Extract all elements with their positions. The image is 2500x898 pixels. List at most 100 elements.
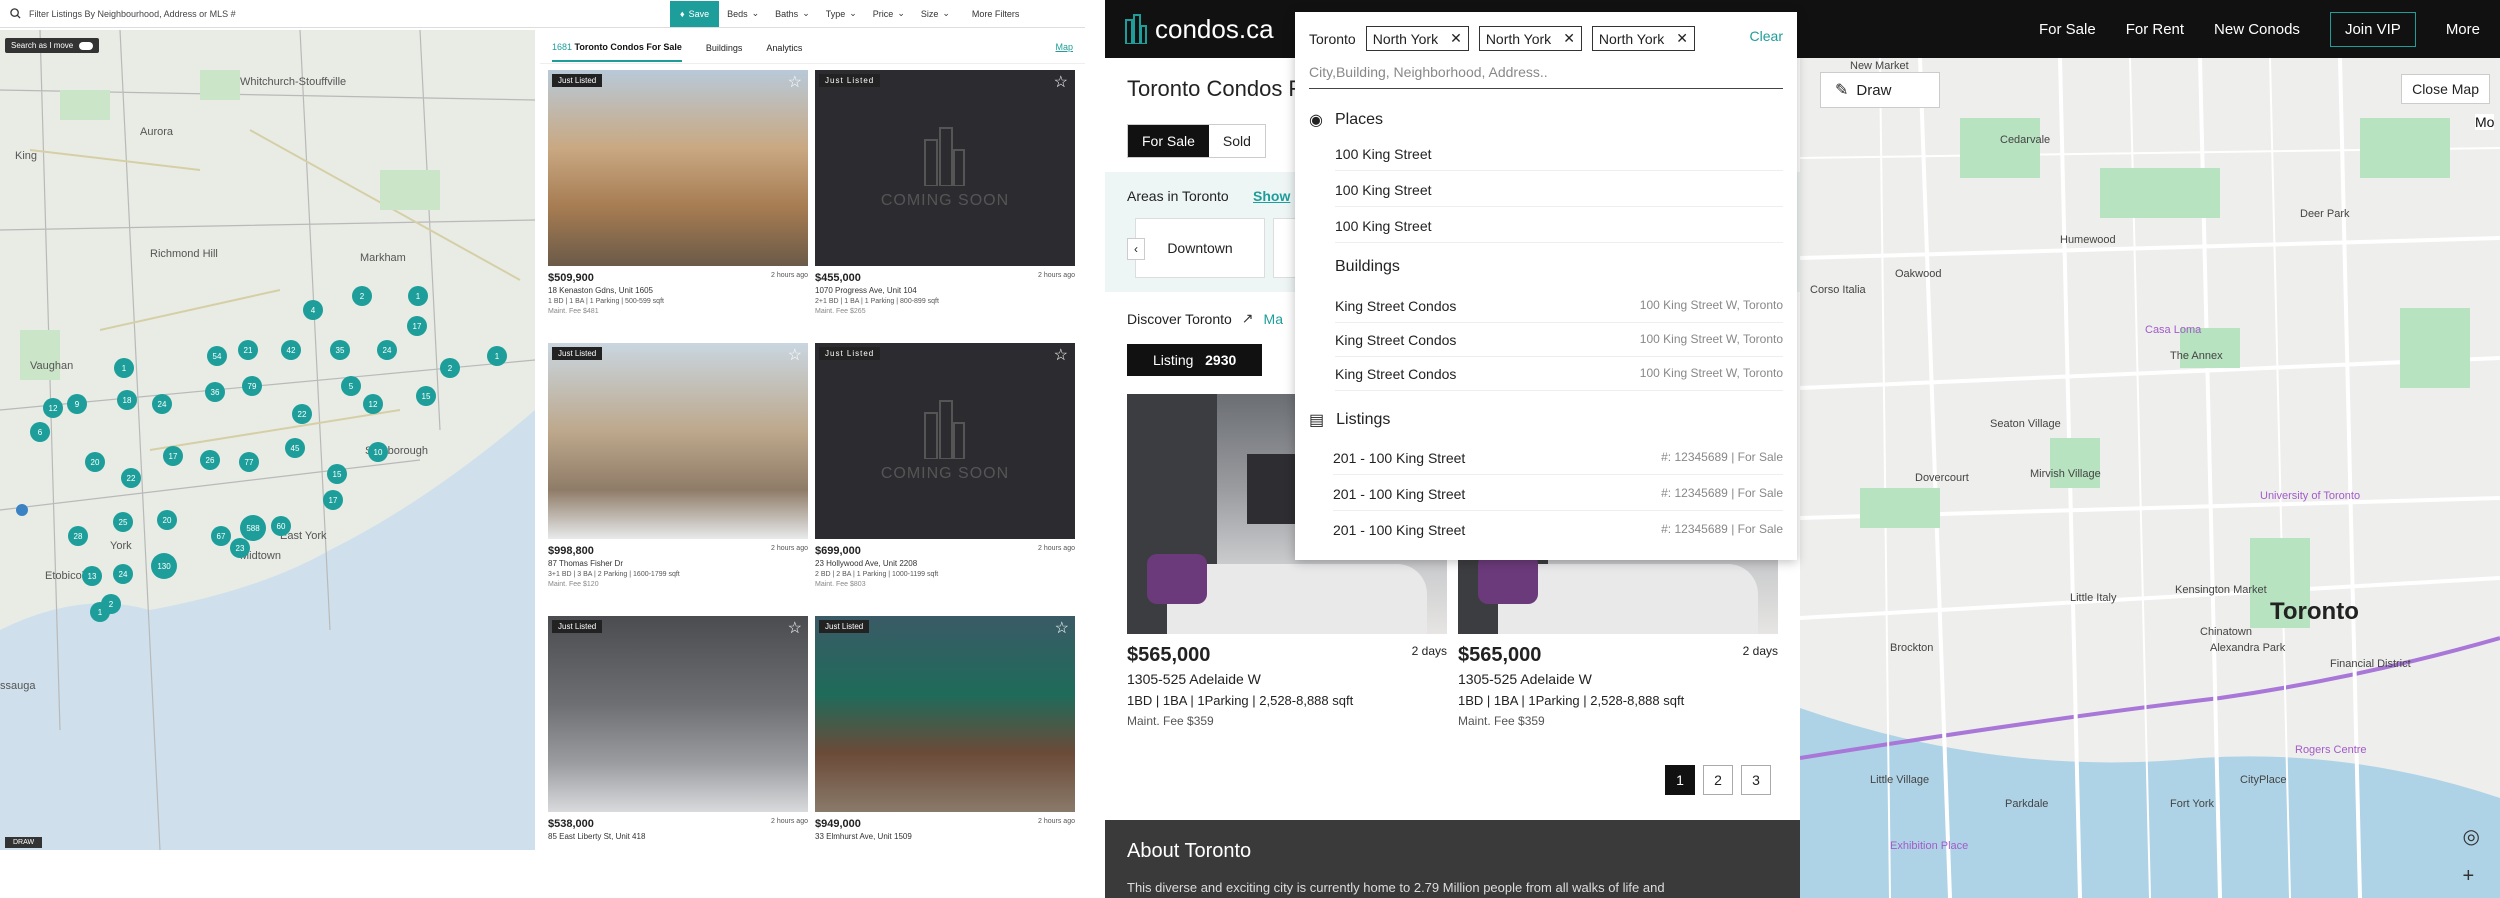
- locate-icon[interactable]: ◎: [2463, 824, 2480, 849]
- map-cluster-marker[interactable]: 12: [363, 394, 383, 414]
- map-cluster-marker[interactable]: 1: [90, 602, 110, 622]
- search-as-i-move-toggle[interactable]: Search as I move: [5, 38, 100, 53]
- map-cluster-marker[interactable]: 13: [82, 566, 102, 586]
- map-cluster-marker[interactable]: 1: [408, 286, 428, 306]
- listing-card[interactable]: COMING SOON Just Listed ☆ $699,000 2 hours a…: [815, 343, 1075, 608]
- map-cluster-marker[interactable]: 9: [67, 394, 87, 414]
- map-cluster-marker[interactable]: 10: [368, 442, 388, 462]
- zoom-in-icon[interactable]: +: [2463, 865, 2480, 888]
- map-cluster-marker[interactable]: 17: [407, 316, 427, 336]
- building-item[interactable]: King Street Condos 100 King Street W, Tor…: [1335, 366, 1783, 391]
- map-draw-button[interactable]: ✎ Draw: [1820, 72, 1940, 108]
- nav-for-sale[interactable]: For Sale: [2039, 21, 2096, 38]
- filter-price[interactable]: Price ⌄: [865, 0, 913, 28]
- listing-card[interactable]: Just Listed ☆ $538,000 2 hours ago 85 East …: [548, 616, 808, 850]
- left-map[interactable]: Aurora Whitchurch-Stouffville King Richm…: [0, 30, 535, 850]
- place-item[interactable]: 100 King Street: [1335, 182, 1783, 207]
- tab-buildings[interactable]: Buildings: [706, 43, 743, 53]
- search-input[interactable]: City,Building, Neighborhood, Address..: [1309, 64, 1783, 89]
- map-cluster-marker[interactable]: 18: [117, 390, 137, 410]
- listing-count-button[interactable]: Listing 2930: [1127, 344, 1263, 376]
- star-icon[interactable]: ☆: [788, 618, 802, 638]
- filter-baths[interactable]: Baths ⌄: [767, 0, 818, 28]
- search-tag[interactable]: North York ✕: [1478, 26, 1582, 51]
- star-icon[interactable]: ☆: [1055, 618, 1069, 638]
- map-cluster-marker[interactable]: 24: [152, 394, 172, 414]
- star-icon[interactable]: ☆: [788, 345, 802, 365]
- map-cluster-marker[interactable]: 4: [303, 300, 323, 320]
- map-cluster-marker[interactable]: 15: [416, 386, 436, 406]
- map-cluster-marker[interactable]: 28: [68, 526, 88, 546]
- more-filters-button[interactable]: More Filters: [964, 0, 1028, 28]
- map-cluster-marker[interactable]: 24: [377, 340, 397, 360]
- map-cluster-marker[interactable]: 5: [341, 376, 361, 396]
- map-cluster-marker[interactable]: 45: [285, 438, 305, 458]
- map-link[interactable]: Map: [1055, 42, 1073, 52]
- save-search-button[interactable]: ♦ Save: [670, 0, 720, 27]
- place-item[interactable]: 100 King Street: [1335, 146, 1783, 171]
- map-cluster-marker[interactable]: 77: [239, 452, 259, 472]
- map-cluster-marker[interactable]: 6: [30, 422, 50, 442]
- filter-type[interactable]: Type ⌄: [818, 0, 865, 28]
- map-cluster-marker[interactable]: 79: [242, 376, 262, 396]
- listing-item[interactable]: 201 - 100 King Street #: 12345689 | For S…: [1333, 450, 1783, 475]
- area-chip-downtown[interactable]: Downtown: [1135, 218, 1265, 278]
- filter-size[interactable]: Size ⌄: [913, 0, 958, 28]
- nav-new-condos[interactable]: New Conods: [2214, 21, 2300, 38]
- map-cluster-marker[interactable]: 12: [43, 398, 63, 418]
- map-cluster-marker[interactable]: 35: [330, 340, 350, 360]
- left-draw-button[interactable]: DRAW: [5, 837, 43, 848]
- map-cluster-marker[interactable]: 67: [211, 526, 231, 546]
- right-map[interactable]: New Market Cedarvale Humewood Deer Park …: [1800, 58, 2500, 898]
- map-cluster-marker[interactable]: 2: [440, 358, 460, 378]
- listing-card[interactable]: Just Listed ☆ $509,900 2 hours ago 18 Kenas…: [548, 70, 808, 335]
- map-cluster-marker[interactable]: 588: [240, 515, 266, 541]
- listing-card[interactable]: COMING SOON Just Listed ☆ $455,000 2 hours a…: [815, 70, 1075, 335]
- tab-condos-for-sale[interactable]: 1681 Toronto Condos For Sale: [552, 42, 682, 62]
- map-cluster-marker[interactable]: 130: [151, 553, 177, 579]
- map-cluster-marker[interactable]: 20: [157, 510, 177, 530]
- map-cluster-marker[interactable]: 36: [205, 382, 225, 402]
- map-cluster-marker[interactable]: 23: [230, 538, 250, 558]
- close-map-button[interactable]: Close Map: [2401, 74, 2490, 104]
- discover-link[interactable]: Ma: [1264, 311, 1283, 327]
- join-vip-button[interactable]: Join VIP: [2329, 11, 2416, 47]
- clear-button[interactable]: Clear: [1750, 28, 1783, 44]
- tab-analytics[interactable]: Analytics: [766, 43, 802, 53]
- listing-card[interactable]: Just Listed ☆ $949,000 2 hours ago 33 Elmhu…: [815, 616, 1075, 850]
- left-search[interactable]: Filter Listings By Neighbourhood, Addres…: [0, 8, 670, 19]
- map-cluster-marker[interactable]: 2: [352, 286, 372, 306]
- map-cluster-marker[interactable]: 17: [163, 446, 183, 466]
- search-tag[interactable]: North York ✕: [1365, 26, 1469, 51]
- map-cluster-marker[interactable]: 42: [281, 340, 301, 360]
- page-3[interactable]: 3: [1741, 765, 1771, 795]
- chevron-left-icon[interactable]: ‹: [1127, 238, 1145, 260]
- logo[interactable]: condos.ca: [1105, 14, 1274, 45]
- map-cluster-marker[interactable]: 15: [327, 464, 347, 484]
- star-icon[interactable]: ☆: [1054, 345, 1069, 365]
- page-2[interactable]: 2: [1703, 765, 1733, 795]
- filter-beds[interactable]: Beds ⌄: [719, 0, 767, 28]
- map-cluster-marker[interactable]: 60: [271, 516, 291, 536]
- map-cluster-marker[interactable]: 21: [238, 340, 258, 360]
- map-cluster-marker[interactable]: 1: [114, 358, 134, 378]
- map-cluster-marker[interactable]: 22: [121, 468, 141, 488]
- segment-for-sale[interactable]: For Sale: [1128, 125, 1209, 157]
- map-cluster-marker[interactable]: 25: [113, 512, 133, 532]
- listing-item[interactable]: 201 - 100 King Street #: 12345689 | For S…: [1333, 486, 1783, 511]
- map-cluster-marker[interactable]: 54: [207, 346, 227, 366]
- map-cluster-marker[interactable]: 22: [292, 404, 312, 424]
- building-item[interactable]: King Street Condos 100 King Street W, Tor…: [1335, 298, 1783, 323]
- page-1[interactable]: 1: [1665, 765, 1695, 795]
- star-icon[interactable]: ☆: [1054, 72, 1069, 92]
- close-icon[interactable]: ✕: [1563, 30, 1575, 47]
- listing-card[interactable]: Just Listed ☆ $998,800 2 hours ago 87 Thoma…: [548, 343, 808, 608]
- place-item[interactable]: 100 King Street: [1335, 218, 1783, 243]
- close-icon[interactable]: ✕: [1450, 30, 1462, 47]
- nav-for-rent[interactable]: For Rent: [2126, 21, 2184, 38]
- map-cluster-marker[interactable]: 24: [113, 564, 133, 584]
- segment-sold[interactable]: Sold: [1209, 125, 1265, 157]
- star-icon[interactable]: ☆: [788, 72, 802, 92]
- close-icon[interactable]: ✕: [1676, 30, 1688, 47]
- map-cluster-marker[interactable]: 17: [323, 490, 343, 510]
